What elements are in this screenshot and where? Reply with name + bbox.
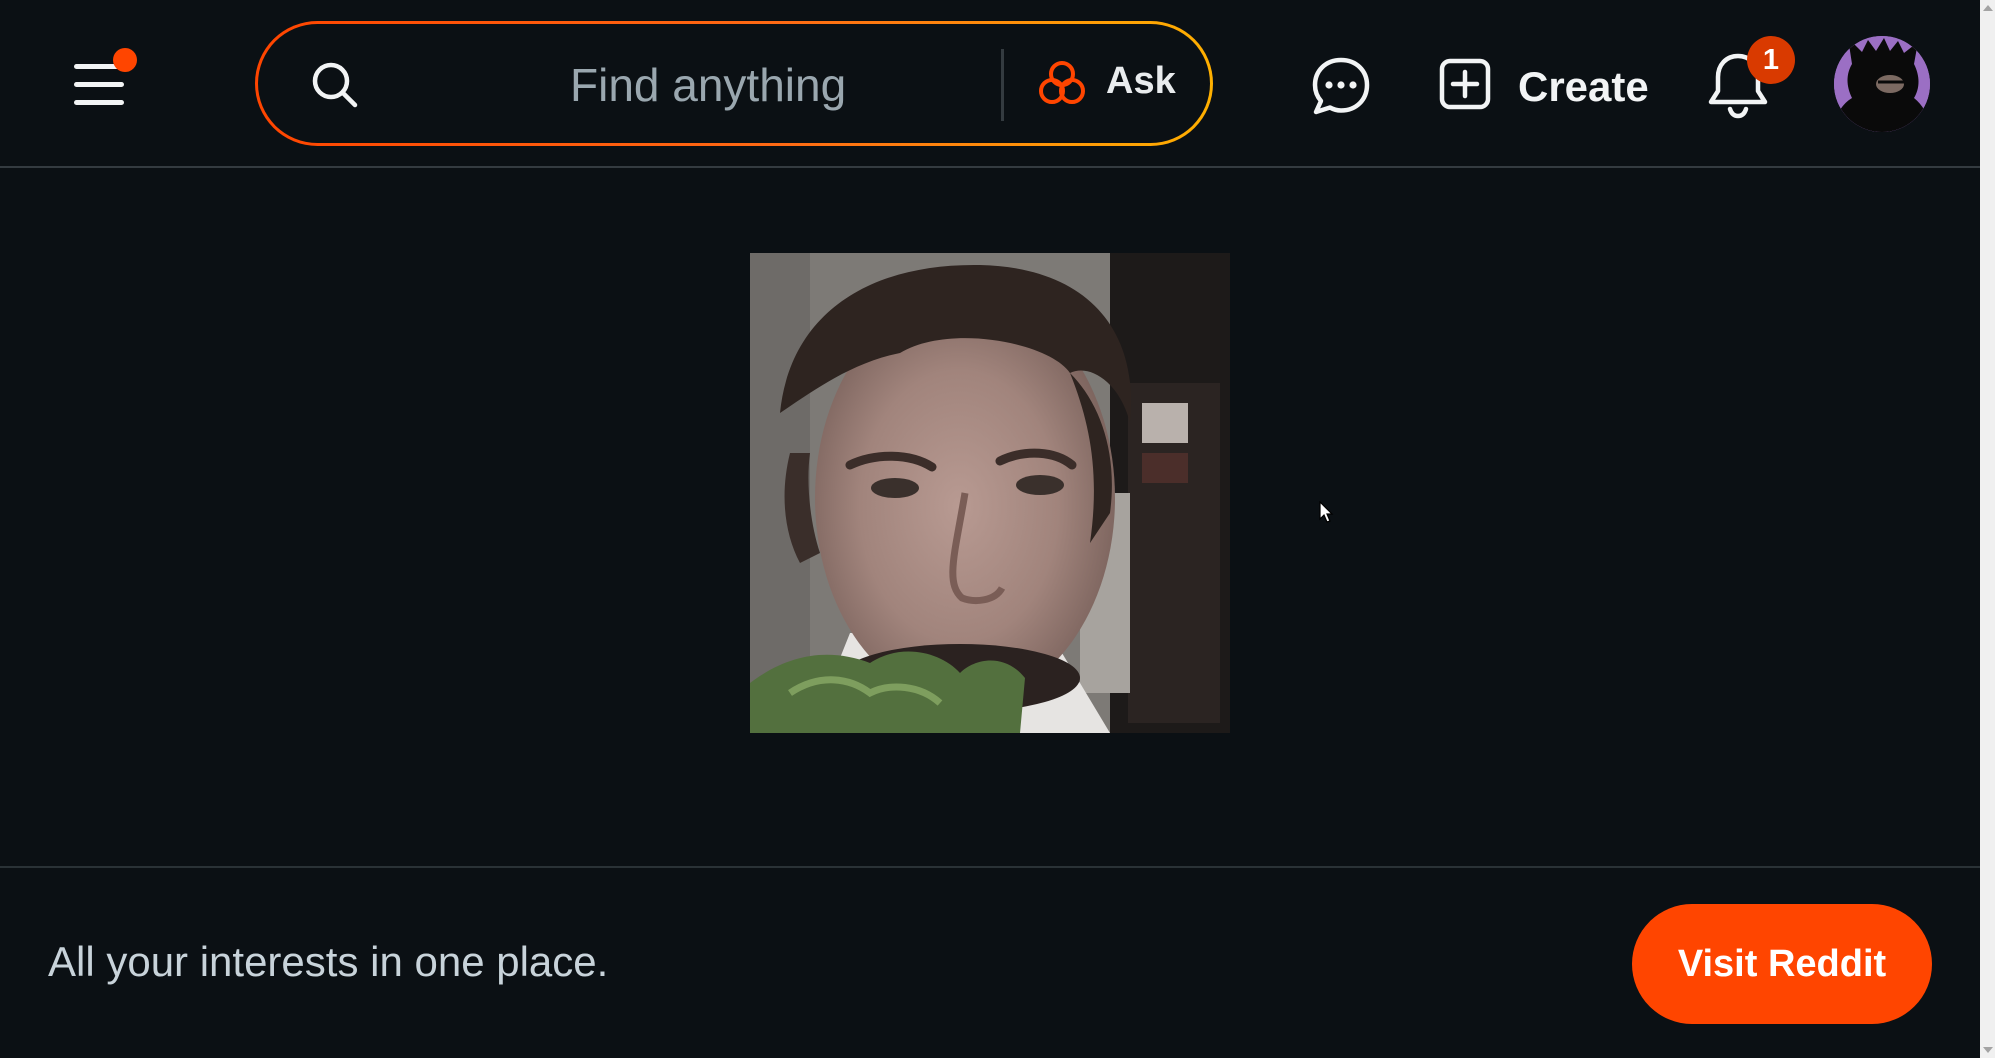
search-divider: [1001, 49, 1004, 121]
search-input[interactable]: [568, 54, 932, 116]
scroll-down-arrow-icon[interactable]: [1983, 1047, 1993, 1053]
create-label: Create: [1518, 63, 1649, 110]
notification-count-badge: 1: [1747, 36, 1795, 84]
chat-icon: [1312, 57, 1370, 115]
chat-button[interactable]: [1310, 55, 1372, 117]
reddit-answers-icon: [1039, 61, 1085, 104]
footer-tagline: All your interests in one place.: [48, 938, 609, 985]
post-image-graphic: [750, 253, 1230, 733]
top-header: Ask Create 1: [0, 0, 1980, 168]
search-icon: [312, 62, 358, 108]
vertical-scrollbar[interactable]: [1980, 0, 1995, 1058]
ask-label: Ask: [1106, 60, 1176, 102]
user-avatar[interactable]: [1834, 36, 1930, 132]
menu-bar: [74, 100, 124, 105]
menu-bar: [74, 82, 124, 87]
page: Ask Create 1: [0, 0, 1995, 1058]
menu-notification-dot: [113, 48, 137, 72]
post-image: [750, 253, 1230, 733]
mouse-cursor-icon: [1319, 501, 1334, 523]
footer-divider: [0, 866, 1980, 868]
scroll-up-arrow-icon[interactable]: [1983, 5, 1993, 11]
plus-square-icon: [1439, 58, 1491, 110]
ask-button[interactable]: Ask: [1038, 46, 1188, 124]
menu-button[interactable]: [62, 48, 142, 118]
create-button[interactable]: Create: [1436, 55, 1649, 117]
visit-reddit-button[interactable]: Visit Reddit: [1632, 904, 1932, 1024]
search-bar[interactable]: Ask: [255, 21, 1213, 146]
avatar-silhouette-icon: [1834, 36, 1930, 132]
